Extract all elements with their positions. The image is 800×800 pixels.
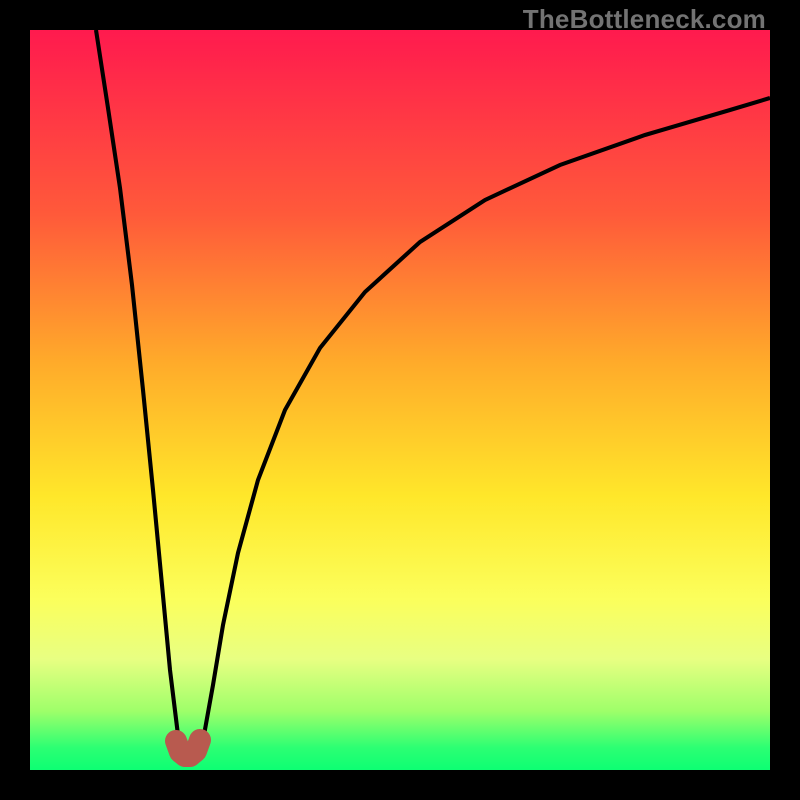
chart-svg bbox=[30, 30, 770, 770]
plot-area bbox=[30, 30, 770, 770]
marker-nub bbox=[176, 740, 200, 756]
curve-right-branch bbox=[197, 98, 770, 757]
chart-frame: TheBottleneck.com bbox=[0, 0, 800, 800]
curve-left-branch bbox=[96, 30, 183, 757]
